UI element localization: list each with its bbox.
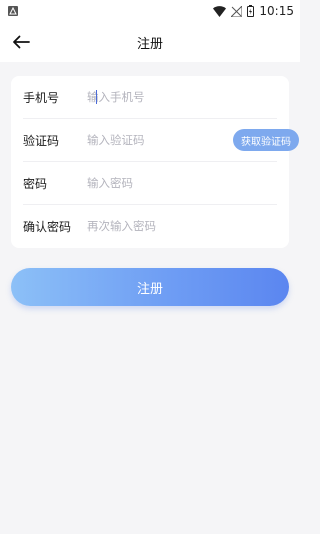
confirm-password-input[interactable] <box>87 216 277 236</box>
phone-label: 手机号 <box>23 90 60 105</box>
wifi-icon <box>213 5 227 17</box>
password-input[interactable] <box>87 173 277 193</box>
no-signal-icon <box>231 5 243 17</box>
code-input[interactable] <box>87 130 233 150</box>
text-caret <box>96 90 97 104</box>
password-label: 密码 <box>23 176 48 191</box>
battery-icon <box>247 5 255 17</box>
password-row: 密码 <box>23 162 277 205</box>
register-button[interactable]: 注册 <box>11 268 289 306</box>
confirm-password-label: 确认密码 <box>23 219 72 234</box>
register-form: 手机号 验证码 获取验证码 密码 确认密码 <box>11 76 299 248</box>
code-label: 验证码 <box>23 133 60 148</box>
get-code-button[interactable]: 获取验证码 <box>233 129 299 151</box>
phone-row: 手机号 <box>23 76 277 119</box>
page-title: 注册 <box>136 36 163 52</box>
status-bar: 10:15 <box>0 0 300 22</box>
status-time: 10:15 <box>259 4 294 18</box>
code-row: 验证码 获取验证码 <box>23 119 299 162</box>
phone-input[interactable] <box>87 87 277 107</box>
register-screen: 10:15 注册 手机号 验证码 获取验证码 密码 确认密码 <box>0 0 300 534</box>
notification-icon <box>8 6 18 16</box>
confirm-password-row: 确认密码 <box>23 205 277 247</box>
status-bar-right: 10:15 <box>213 4 294 18</box>
app-header: 注册 <box>0 22 300 62</box>
arrow-left-icon <box>13 35 30 49</box>
back-button[interactable] <box>10 31 32 53</box>
status-bar-left <box>8 6 18 16</box>
